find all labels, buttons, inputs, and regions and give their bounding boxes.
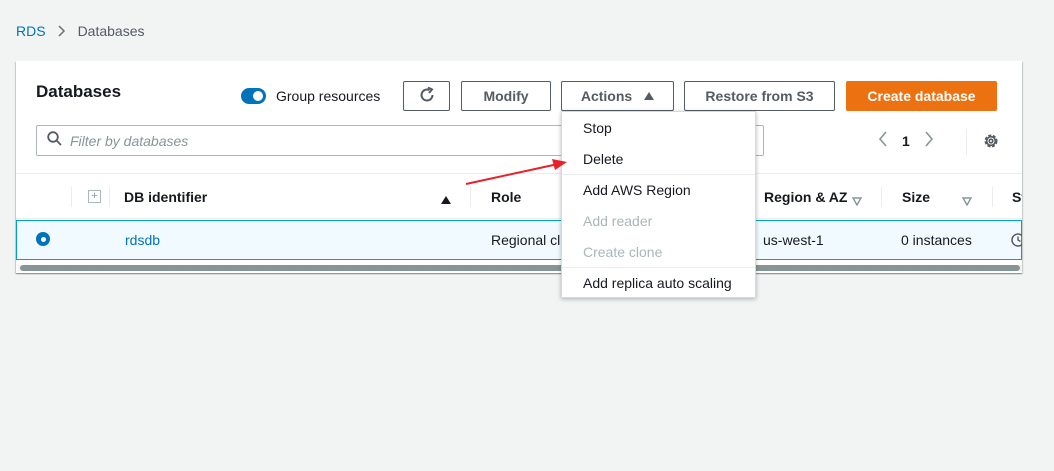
panel-title: Databases [36,82,122,101]
pagination: 1 [878,130,934,152]
column-separator [881,187,882,207]
column-size[interactable]: Size [902,174,930,220]
column-region-az[interactable]: Region & AZ [764,174,847,220]
chevron-left-icon[interactable] [878,130,888,152]
db-identifier-link[interactable]: rdsdb [125,221,160,259]
radio-dot [40,236,46,242]
caret-up-icon [644,92,655,100]
breadcrumb-current: Databases [77,23,145,39]
menu-item-add-reader: Add reader [583,212,653,229]
column-separator [992,187,993,207]
chevron-right-icon[interactable] [924,130,934,152]
table-row[interactable]: rdsdb Regional clu us-west-1 0 instances [16,220,1022,260]
sort-icon[interactable] [961,193,973,211]
restore-from-s3-button[interactable]: Restore from S3 [684,81,835,111]
breadcrumb: RDS Databases [16,22,145,40]
breadcrumb-rds-link[interactable]: RDS [16,23,46,39]
actions-button[interactable]: Actions [561,81,674,111]
column-role[interactable]: Role [491,174,521,220]
group-resources-toggle[interactable] [241,88,266,104]
menu-item-create-clone: Create clone [583,243,663,260]
column-separator [470,187,471,207]
column-status[interactable]: St [1012,174,1022,220]
search-icon [47,130,62,151]
scrollbar-thumb[interactable] [20,265,1020,271]
create-database-button[interactable]: Create database [846,81,997,111]
menu-item-delete[interactable]: Delete [562,143,755,174]
chevron-right-icon [58,25,66,37]
column-separator [71,187,72,207]
column-separator [109,187,110,207]
group-resources-label: Group resources [276,88,381,104]
column-db-identifier[interactable]: DB identifier [124,174,207,220]
db-size: 0 instances [901,232,972,248]
refresh-button[interactable] [403,81,450,111]
sort-ascending-icon[interactable] [440,192,452,210]
menu-item-add-replica-auto-scaling[interactable]: Add replica auto scaling [562,267,755,298]
row-select-radio[interactable] [36,232,50,246]
gear-icon[interactable] [982,132,1000,155]
expand-all-icon[interactable]: + [88,190,101,203]
modify-button[interactable]: Modify [461,81,551,111]
pager-divider [966,129,967,155]
db-region: us-west-1 [763,232,824,248]
current-page-number[interactable]: 1 [902,133,910,149]
menu-item-add-aws-region[interactable]: Add AWS Region [562,174,755,205]
table-header: + DB identifier Role Region & AZ Size St [16,173,1022,219]
db-role: Regional clu [491,232,569,248]
menu-item-stop[interactable]: Stop [562,112,755,143]
horizontal-scrollbar[interactable] [18,265,1022,271]
toggle-knob [253,91,263,101]
refresh-icon [418,86,436,107]
actions-dropdown-menu: Stop Delete Add AWS Region Add reader Cr… [561,111,756,298]
actions-label: Actions [580,88,633,104]
databases-panel: Databases Group resources Modify Actions… [16,61,1022,273]
sort-icon[interactable] [851,193,863,211]
status-clock-icon [1011,233,1022,252]
group-resources-toggle-wrap: Group resources [241,88,380,104]
